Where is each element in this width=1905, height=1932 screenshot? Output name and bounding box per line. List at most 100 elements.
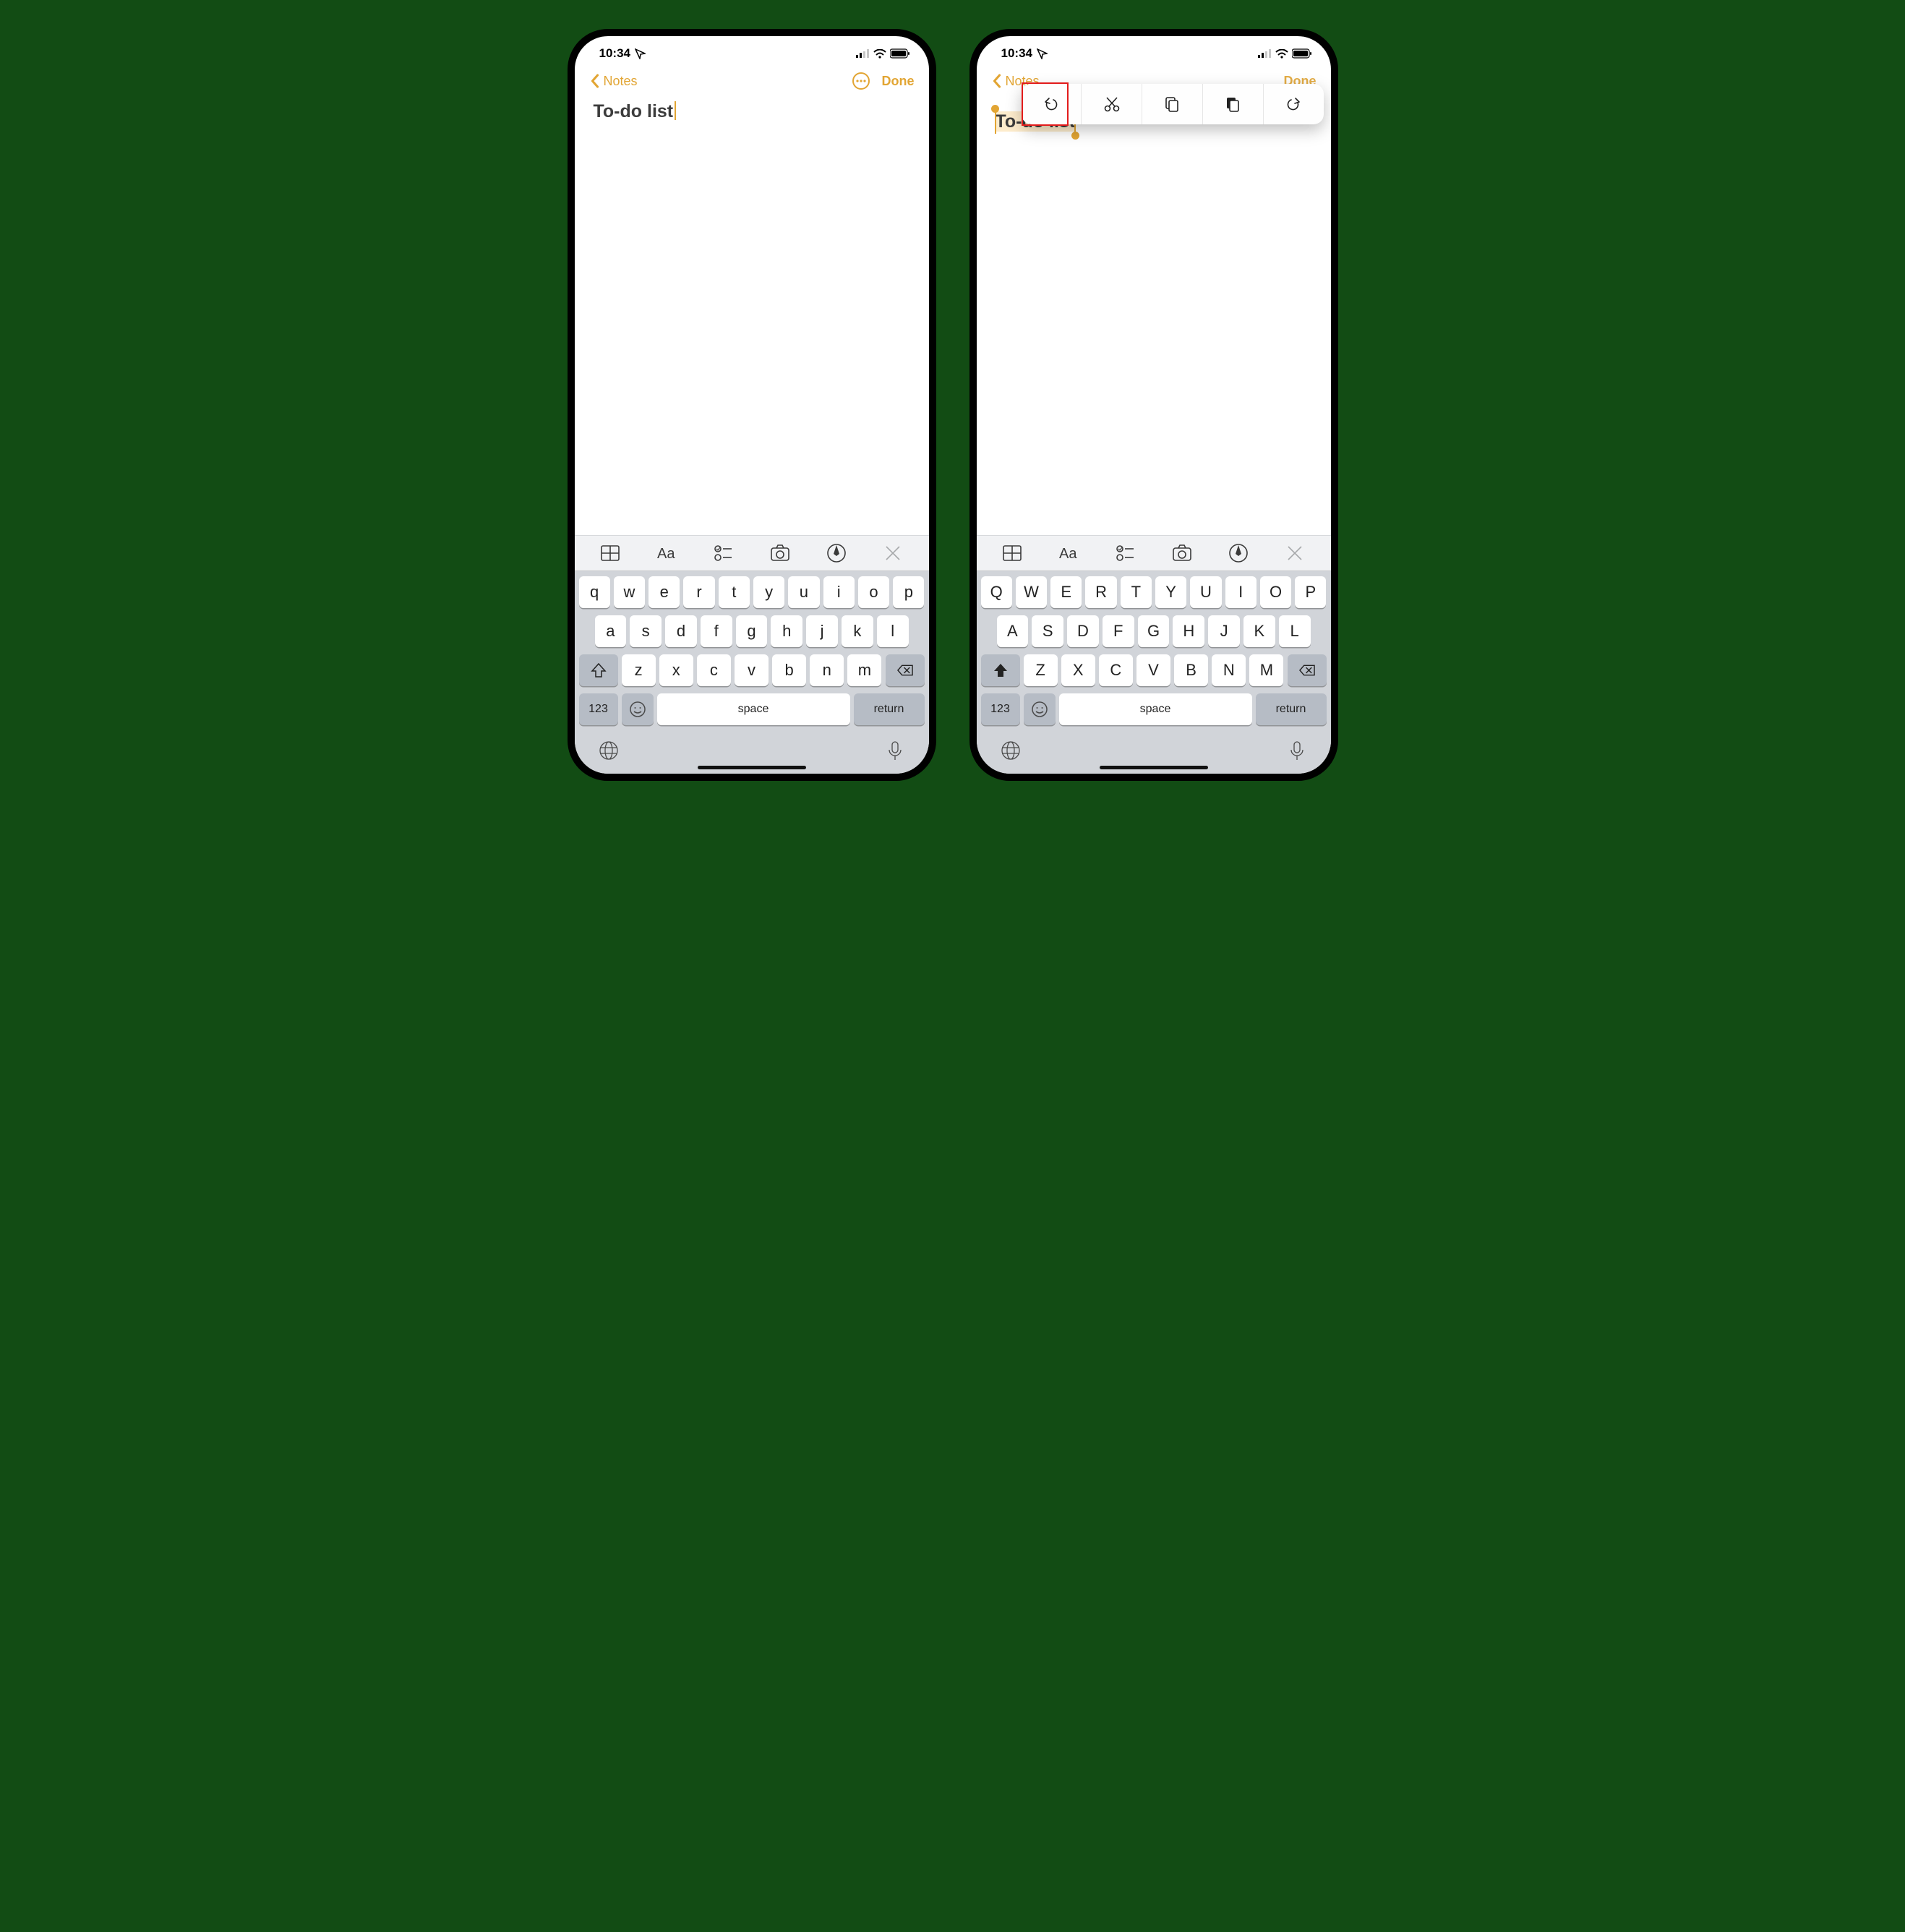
- key-f[interactable]: f: [701, 615, 732, 647]
- checklist-button[interactable]: [705, 542, 741, 564]
- note-content[interactable]: To-do list: [977, 97, 1331, 535]
- done-button[interactable]: Done: [882, 74, 915, 89]
- key-t[interactable]: T: [1121, 576, 1152, 608]
- table-tool-button[interactable]: [592, 542, 628, 564]
- globe-key[interactable]: [598, 740, 620, 765]
- delete-key[interactable]: [886, 654, 925, 686]
- key-k[interactable]: k: [842, 615, 873, 647]
- more-icon[interactable]: [852, 72, 870, 90]
- return-key[interactable]: return: [1256, 693, 1327, 725]
- cut-button[interactable]: [1082, 84, 1142, 124]
- key-e[interactable]: E: [1050, 576, 1082, 608]
- redo-button[interactable]: [1264, 84, 1324, 124]
- key-m[interactable]: m: [847, 654, 881, 686]
- keyboard-area: QWERTYUIOP ASDFGHJKL ZXCVBNM 123 space r…: [977, 535, 1331, 774]
- format-aa-button[interactable]: [1050, 542, 1087, 564]
- key-h[interactable]: H: [1173, 615, 1204, 647]
- chevron-left-icon: [589, 73, 601, 89]
- key-w[interactable]: W: [1016, 576, 1047, 608]
- home-indicator[interactable]: [698, 766, 806, 769]
- key-a[interactable]: A: [997, 615, 1029, 647]
- delete-key[interactable]: [1288, 654, 1327, 686]
- key-b[interactable]: B: [1174, 654, 1208, 686]
- back-label: Notes: [604, 74, 638, 89]
- space-key[interactable]: space: [1059, 693, 1252, 725]
- wifi-icon: [1275, 49, 1288, 59]
- status-time: 10:34: [599, 46, 630, 61]
- close-toolbar-button[interactable]: [1277, 542, 1313, 564]
- key-a[interactable]: a: [595, 615, 627, 647]
- key-k[interactable]: K: [1243, 615, 1275, 647]
- key-u[interactable]: u: [788, 576, 819, 608]
- key-n[interactable]: N: [1212, 654, 1246, 686]
- camera-button[interactable]: [762, 542, 798, 564]
- format-aa-button[interactable]: [648, 542, 685, 564]
- key-e[interactable]: e: [648, 576, 680, 608]
- back-button[interactable]: Notes: [589, 73, 638, 89]
- key-b[interactable]: b: [772, 654, 806, 686]
- key-m[interactable]: M: [1249, 654, 1283, 686]
- key-i[interactable]: I: [1225, 576, 1257, 608]
- notes-toolbar: [575, 535, 929, 571]
- key-s[interactable]: S: [1032, 615, 1063, 647]
- key-v[interactable]: v: [735, 654, 769, 686]
- key-q[interactable]: q: [579, 576, 610, 608]
- key-s[interactable]: s: [630, 615, 662, 647]
- home-indicator[interactable]: [1100, 766, 1208, 769]
- numbers-key[interactable]: 123: [579, 693, 618, 725]
- signal-icon: [1258, 49, 1272, 58]
- key-w[interactable]: w: [614, 576, 645, 608]
- key-j[interactable]: j: [806, 615, 838, 647]
- key-r[interactable]: R: [1085, 576, 1116, 608]
- key-z[interactable]: Z: [1024, 654, 1058, 686]
- key-l[interactable]: L: [1279, 615, 1311, 647]
- dictation-key[interactable]: [884, 740, 906, 765]
- key-z[interactable]: z: [622, 654, 656, 686]
- emoji-key[interactable]: [622, 693, 654, 725]
- key-j[interactable]: J: [1208, 615, 1240, 647]
- undo-button[interactable]: [1022, 84, 1082, 124]
- battery-icon: [1292, 48, 1312, 59]
- key-t[interactable]: t: [719, 576, 750, 608]
- emoji-key[interactable]: [1024, 693, 1056, 725]
- key-n[interactable]: n: [810, 654, 844, 686]
- key-o[interactable]: O: [1260, 576, 1291, 608]
- key-l[interactable]: l: [877, 615, 909, 647]
- key-d[interactable]: D: [1067, 615, 1099, 647]
- globe-key[interactable]: [1000, 740, 1022, 765]
- key-f[interactable]: F: [1103, 615, 1134, 647]
- key-r[interactable]: r: [683, 576, 714, 608]
- key-y[interactable]: y: [753, 576, 784, 608]
- key-x[interactable]: X: [1061, 654, 1095, 686]
- shift-key[interactable]: [981, 654, 1020, 686]
- copy-button[interactable]: [1142, 84, 1203, 124]
- key-c[interactable]: c: [697, 654, 731, 686]
- key-y[interactable]: Y: [1155, 576, 1186, 608]
- key-g[interactable]: G: [1138, 615, 1170, 647]
- paste-button[interactable]: [1203, 84, 1264, 124]
- key-d[interactable]: d: [665, 615, 697, 647]
- table-tool-button[interactable]: [994, 542, 1030, 564]
- key-x[interactable]: x: [659, 654, 693, 686]
- return-key[interactable]: return: [854, 693, 925, 725]
- camera-button[interactable]: [1164, 542, 1200, 564]
- key-i[interactable]: i: [823, 576, 855, 608]
- key-h[interactable]: h: [771, 615, 802, 647]
- key-v[interactable]: V: [1136, 654, 1170, 686]
- checklist-button[interactable]: [1107, 542, 1143, 564]
- key-u[interactable]: U: [1190, 576, 1221, 608]
- key-g[interactable]: g: [736, 615, 768, 647]
- dictation-key[interactable]: [1286, 740, 1308, 765]
- key-o[interactable]: o: [858, 576, 889, 608]
- space-key[interactable]: space: [657, 693, 850, 725]
- key-c[interactable]: C: [1099, 654, 1133, 686]
- key-p[interactable]: p: [893, 576, 924, 608]
- close-toolbar-button[interactable]: [875, 542, 911, 564]
- key-q[interactable]: Q: [981, 576, 1012, 608]
- markup-button[interactable]: [1220, 542, 1257, 564]
- note-content[interactable]: To-do list: [575, 97, 929, 535]
- key-p[interactable]: P: [1295, 576, 1326, 608]
- markup-button[interactable]: [818, 542, 855, 564]
- numbers-key[interactable]: 123: [981, 693, 1020, 725]
- shift-key[interactable]: [579, 654, 618, 686]
